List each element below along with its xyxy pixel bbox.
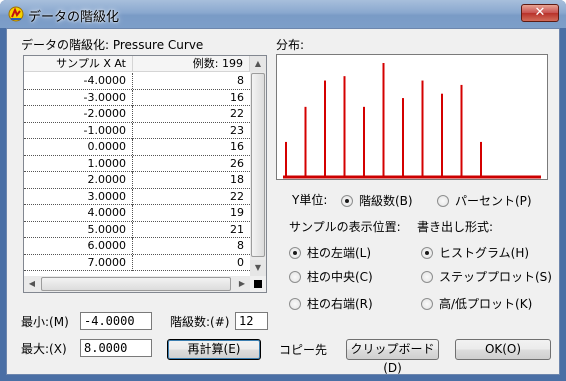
radio-step-plot[interactable]: ステッププロット(S) bbox=[421, 268, 552, 285]
copy-to-label: コピー先 bbox=[279, 343, 328, 357]
max-input[interactable]: 8.0000 bbox=[80, 339, 152, 357]
cell-sample: 5.0000 bbox=[24, 221, 133, 238]
vertical-scroll-thumb[interactable] bbox=[251, 73, 265, 257]
cell-sample: -4.0000 bbox=[24, 73, 133, 89]
radio-percent[interactable]: パーセント(P) bbox=[437, 192, 532, 209]
cell-sample: 7.0000 bbox=[24, 254, 133, 271]
cell-sample: 2.0000 bbox=[24, 172, 133, 188]
scroll-left-icon[interactable]: ◀ bbox=[24, 276, 40, 292]
horizontal-scrollbar[interactable]: ◀ ▶ bbox=[24, 276, 250, 292]
column-header-sample[interactable]: サンプル X At bbox=[24, 56, 133, 72]
table-header: サンプル X At 例数: 199 bbox=[24, 56, 250, 72]
min-label: 最小:(M) bbox=[21, 315, 69, 329]
cell-count: 16 bbox=[230, 90, 244, 104]
clipboard-button[interactable]: クリップボード(D) bbox=[346, 339, 439, 375]
radio-histogram-label: ヒストグラム(H) bbox=[439, 246, 530, 260]
scroll-down-icon[interactable]: ▼ bbox=[250, 260, 266, 276]
table-row[interactable]: 6.0000 8 bbox=[24, 238, 250, 255]
radio-center[interactable]: 柱の中央(C) bbox=[289, 268, 373, 285]
classes-input[interactable]: 12 bbox=[235, 312, 268, 330]
cell-count: 26 bbox=[230, 156, 244, 170]
output-format-label: 書き出し形式: bbox=[417, 220, 494, 234]
cell-sample: 0.0000 bbox=[24, 139, 133, 155]
table-row[interactable]: -4.0000 8 bbox=[24, 73, 250, 90]
radio-histogram[interactable]: ヒストグラム(H) bbox=[421, 244, 529, 261]
radio-center-indicator[interactable] bbox=[289, 270, 301, 283]
column-header-count[interactable]: 例数: 199 bbox=[133, 56, 250, 72]
table-row[interactable]: -3.0000 16 bbox=[24, 89, 250, 106]
cell-count: 22 bbox=[230, 107, 244, 120]
window-title: データの階級化 bbox=[28, 10, 120, 25]
table-row[interactable]: 4.0000 19 bbox=[24, 205, 250, 222]
classes-label: 階級数:(#) bbox=[170, 315, 230, 329]
histogram-svg bbox=[283, 63, 541, 179]
vertical-scrollbar[interactable]: ▲ ▼ bbox=[250, 56, 266, 276]
radio-count-label: 階級数(B) bbox=[359, 194, 413, 208]
dialog-window: データの階級化 ✕ データの階級化: Pressure Curve サンプル X… bbox=[0, 0, 566, 381]
table-row[interactable]: 7.0000 0 bbox=[24, 254, 250, 271]
table-row[interactable]: 1.0000 26 bbox=[24, 155, 250, 172]
table-row[interactable]: 0.0000 16 bbox=[24, 139, 250, 156]
scroll-right-icon[interactable]: ▶ bbox=[234, 276, 250, 292]
horizontal-scroll-thumb[interactable] bbox=[41, 277, 231, 291]
cell-count: 21 bbox=[230, 222, 244, 236]
app-icon bbox=[8, 6, 24, 22]
cell-sample: 6.0000 bbox=[24, 238, 133, 254]
cell-count: 8 bbox=[237, 74, 244, 87]
cell-sample: -1.0000 bbox=[24, 122, 133, 139]
cell-sample: 4.0000 bbox=[24, 205, 133, 221]
cell-count: 22 bbox=[230, 189, 244, 203]
min-input[interactable]: -4.0000 bbox=[80, 312, 152, 330]
table-row[interactable]: -1.0000 23 bbox=[24, 122, 250, 139]
table-row[interactable]: 2.0000 18 bbox=[24, 172, 250, 189]
ok-button[interactable]: OK(O) bbox=[455, 339, 551, 360]
radio-hilo-plot[interactable]: 高/低プロット(K) bbox=[421, 295, 532, 312]
radio-percent-indicator[interactable] bbox=[437, 194, 449, 207]
class-table[interactable]: サンプル X At 例数: 199 -4.0000 8 -3.0000 16 -2.00… bbox=[23, 55, 267, 293]
scroll-up-icon[interactable]: ▲ bbox=[250, 56, 266, 72]
histogram-chart bbox=[276, 54, 548, 180]
radio-step-plot-indicator[interactable] bbox=[421, 270, 433, 283]
radio-percent-label: パーセント(P) bbox=[455, 194, 532, 208]
radio-right-edge-label: 柱の右端(R) bbox=[307, 297, 373, 311]
cell-count: 23 bbox=[230, 123, 244, 137]
radio-step-plot-label: ステッププロット(S) bbox=[439, 270, 552, 284]
close-button[interactable]: ✕ bbox=[521, 4, 559, 22]
cell-sample: 3.0000 bbox=[24, 188, 133, 205]
radio-right-edge-indicator[interactable] bbox=[289, 297, 301, 310]
distribution-label: 分布: bbox=[276, 38, 305, 52]
cell-count: 16 bbox=[230, 140, 244, 153]
dialog-body: データの階級化: Pressure Curve サンプル X At 例数: 19… bbox=[6, 28, 560, 375]
radio-center-label: 柱の中央(C) bbox=[307, 270, 373, 284]
cell-sample: -3.0000 bbox=[24, 89, 133, 106]
title-bar[interactable]: データの階級化 ✕ bbox=[0, 0, 566, 28]
max-label: 最大:(X) bbox=[21, 342, 67, 356]
cell-sample: -2.0000 bbox=[24, 106, 133, 122]
cell-count: 8 bbox=[237, 239, 244, 252]
radio-left-edge-indicator[interactable] bbox=[289, 246, 301, 259]
radio-hilo-plot-indicator[interactable] bbox=[421, 297, 433, 310]
cell-sample: 1.0000 bbox=[24, 155, 133, 172]
table-title: データの階級化: Pressure Curve bbox=[21, 38, 204, 52]
sample-position-label: サンプルの表示位置: bbox=[289, 220, 401, 234]
recalculate-button[interactable]: 再計算(E) bbox=[167, 339, 261, 360]
size-grip-icon bbox=[250, 276, 266, 292]
radio-count-indicator[interactable] bbox=[341, 194, 353, 207]
radio-left-edge[interactable]: 柱の左端(L) bbox=[289, 244, 371, 261]
table-row[interactable]: -2.0000 22 bbox=[24, 106, 250, 123]
cell-count: 18 bbox=[230, 173, 244, 186]
y-unit-label: Y単位: bbox=[292, 193, 328, 207]
radio-hilo-plot-label: 高/低プロット(K) bbox=[439, 297, 533, 311]
radio-histogram-indicator[interactable] bbox=[421, 246, 433, 259]
cell-count: 19 bbox=[230, 206, 244, 219]
radio-count[interactable]: 階級数(B) bbox=[341, 192, 413, 209]
table-row[interactable]: 3.0000 22 bbox=[24, 188, 250, 205]
table-row[interactable]: 5.0000 21 bbox=[24, 221, 250, 238]
radio-right-edge[interactable]: 柱の右端(R) bbox=[289, 295, 373, 312]
cell-count: 0 bbox=[237, 255, 244, 269]
radio-left-edge-label: 柱の左端(L) bbox=[307, 246, 372, 260]
table-body: -4.0000 8 -3.0000 16 -2.0000 22 -1.0000 23 0.000… bbox=[24, 73, 250, 271]
